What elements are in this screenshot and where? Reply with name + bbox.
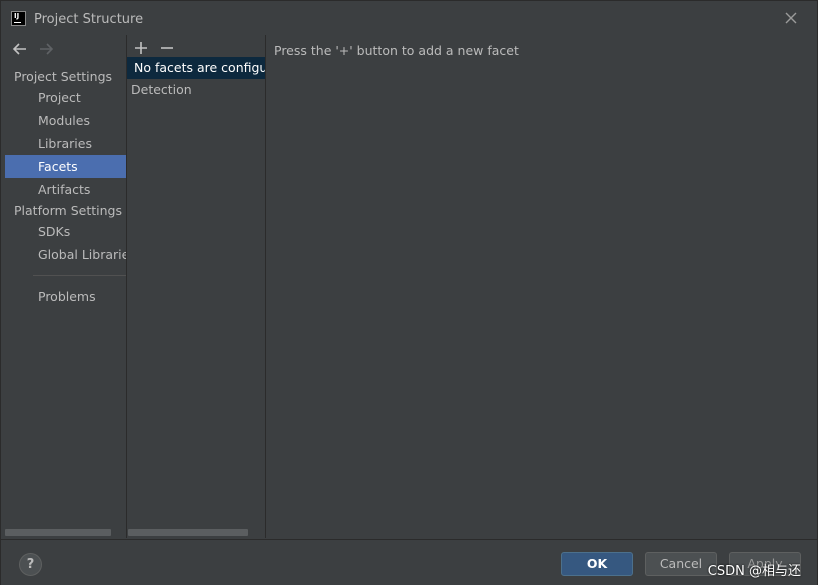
platform-settings-header: Platform Settings	[14, 203, 122, 218]
facets-list-panel: No facets are configured Detection	[127, 35, 265, 538]
back-arrow-icon[interactable]	[11, 40, 29, 58]
sidebar-horizontal-scrollbar[interactable]	[5, 529, 111, 536]
remove-facet-button[interactable]	[158, 39, 176, 57]
sidebar-item-facets[interactable]: Facets	[5, 155, 126, 178]
sidebar-item-modules[interactable]: Modules	[5, 109, 126, 132]
title-bar: IJ Project Structure	[1, 1, 817, 35]
facet-detail-panel: Press the '+' button to add a new facet	[266, 35, 817, 538]
facets-list-horizontal-scrollbar[interactable]	[128, 529, 248, 536]
close-icon[interactable]	[783, 10, 799, 26]
add-facet-button[interactable]	[132, 39, 150, 57]
list-item-detection[interactable]: Detection	[127, 79, 265, 101]
sidebar-item-global-libraries[interactable]: Global Libraries	[5, 243, 126, 266]
sidebar-item-sdks[interactable]: SDKs	[5, 220, 126, 243]
sidebar-separator	[33, 275, 126, 276]
project-structure-dialog: IJ Project Structure Project Settings Pr…	[0, 0, 818, 585]
sidebar-item-problems[interactable]: Problems	[5, 285, 126, 308]
sidebar-item-artifacts[interactable]: Artifacts	[5, 178, 126, 201]
project-settings-header: Project Settings	[14, 69, 113, 84]
forward-arrow-icon[interactable]	[37, 40, 55, 58]
ok-button[interactable]: OK	[561, 552, 633, 576]
sidebar-item-libraries[interactable]: Libraries	[5, 132, 126, 155]
settings-sidebar: Project Settings Project Modules Librari…	[5, 35, 126, 538]
sidebar-item-project[interactable]: Project	[5, 86, 126, 109]
csdn-watermark: CSDN @相与还	[707, 564, 801, 579]
help-button[interactable]: ?	[19, 553, 42, 576]
dialog-footer: ? OK Cancel Apply CSDN @相与还	[1, 539, 817, 585]
intellij-app-icon: IJ	[11, 11, 26, 26]
cancel-button[interactable]: Cancel	[645, 552, 717, 576]
list-item-no-facets[interactable]: No facets are configured	[127, 57, 265, 79]
empty-state-hint: Press the '+' button to add a new facet	[274, 43, 519, 58]
window-title: Project Structure	[34, 12, 144, 27]
